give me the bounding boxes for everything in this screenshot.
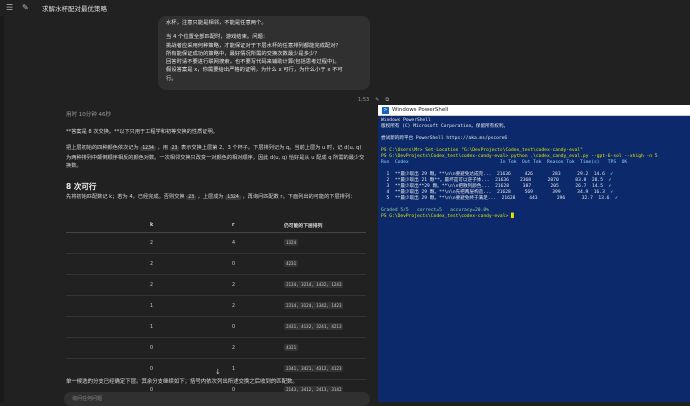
terminal-output[interactable]: Windows PowerShell 版权所有 (C) Microsoft Cor… (378, 116, 690, 222)
powershell-window[interactable]: > Windows PowerShell Windows PowerShell 版… (378, 105, 690, 402)
prompt-line: 挑战者应采用何种策略，才能保证对于下层水杯的任意排列都能完成配对？ (166, 42, 341, 49)
perm-chip: 2341, 3421, 4312, 4123 (284, 365, 344, 372)
cell-r: 0 (231, 316, 283, 338)
powershell-icon: > (382, 106, 389, 114)
answer-text: 先将初始匹配数记 k；若为 4，已经完成。否则交换 (66, 194, 185, 200)
answer-text: ，上层成为 (197, 194, 224, 200)
cell-k: 1 (66, 316, 231, 338)
scroll-down-arrow-icon[interactable]: ↓ (215, 368, 221, 376)
section-heading: 8 次可行 (66, 182, 97, 191)
inline-code: 1234 (140, 146, 156, 151)
column-header-perms: 仍可能的下层排列 (283, 218, 366, 233)
table-row: 0 2 4321 (66, 337, 366, 359)
perm-chip: 2134, 3214, 1432, 1243 (284, 281, 344, 288)
cell-k: 0 (66, 337, 231, 359)
perm-chip: 1324 (284, 239, 299, 246)
perm-chip: 2431, 4132, 3241, 4213 (284, 323, 344, 330)
table-row: 2 2 2134, 3214, 1432, 1243 (66, 274, 366, 296)
edit-icon[interactable]: ✎ (375, 97, 379, 103)
cell-r: 2 (231, 274, 283, 296)
answer-intro: **答案是 8 次交换。**以下只用于工程学和初等交换的性质证明。 (66, 129, 218, 135)
new-chat-icon[interactable]: ✎ (22, 3, 32, 13)
powershell-title: Windows PowerShell (392, 107, 449, 113)
cell-r: 0 (231, 253, 283, 275)
cell-perms: 2314, 3124, 1342, 1423 (283, 295, 366, 317)
cell-perms: 2134, 3214, 1432, 1243 (283, 274, 366, 296)
prompt-line: 假设答案是 x，你需要给出严格的证明，为什么 x 可行，为什么小于 x 不可 (166, 67, 343, 74)
inline-code: 23 (169, 146, 180, 151)
conversation-title: 求解水杯配对最优策略 (42, 5, 107, 13)
message-meta: 1:53 ✎ ⧉ (358, 97, 389, 103)
cell-perms: 1324 (283, 232, 366, 254)
prompt-line: 所有能保证成功的策略中，最好情况所需的交换次数最少是多少？ (166, 50, 320, 57)
thinking-duration[interactable]: 用时 10分钟 46秒 (66, 110, 111, 118)
chat-window: ☰ ✎ 求解水杯配对最优策略 水杯，注意只能是相邻，不能是任意两个。 当 4 个… (0, 0, 389, 406)
perm-chip: 4321 (284, 344, 299, 351)
inline-code: 1324 (225, 195, 241, 200)
perm-chip: 4231 (284, 260, 299, 267)
sidebar-toggle-icon[interactable]: ☰ (6, 3, 16, 13)
cell-k: 2 (66, 232, 231, 254)
prompt-line: 行。 (166, 75, 177, 82)
table-row: 2 0 4231 (66, 253, 366, 275)
table-row: 1 2 2314, 3124, 1342, 1423 (66, 295, 366, 317)
cell-perms: 4321 (283, 337, 366, 359)
answer-paragraph-definitions: 把上层初始的四种颜色依次记为 1234 ，用 23 表示交换上层第 2、3 个杯… (66, 144, 368, 171)
perm-chip: 2314, 3124, 1342, 1423 (284, 302, 344, 309)
cell-k: 2 (66, 253, 231, 275)
message-timestamp: 1:53 (358, 97, 370, 103)
answer-text: 把上层初始的四种颜色依次记为 (66, 145, 139, 151)
copy-icon[interactable]: ⧉ (385, 97, 389, 103)
column-header-k: k (66, 218, 231, 233)
chat-titlebar: ☰ ✎ 求解水杯配对最优策略 (0, 0, 378, 16)
user-message-bubble: 水杯，注意只能是相邻，不能是任意两个。 当 4 个位置全部匹配时，游戏结束。问题… (158, 16, 370, 90)
message-input[interactable]: 询问任何问题 (64, 392, 370, 406)
terminal-line: PS G:\DevProjects\Codex_test\codex-candy… (381, 214, 514, 219)
cell-k: 1 (66, 295, 231, 317)
column-header-r: r (231, 218, 283, 233)
inline-code: 23 (186, 195, 196, 200)
cell-r: 2 (231, 295, 283, 317)
table-header-row: k r 仍可能的下层排列 (66, 218, 366, 233)
answer-summary: 单一候选的分支已经确定下层。其余分支继续如下，括号内依次列出所述交换之后收到的匹… (66, 379, 298, 385)
cell-r: 4 (231, 232, 283, 254)
prompt-line: 当 4 个位置全部匹配时，游戏结束。问题： (166, 34, 269, 41)
prompt-line: 水杯，注意只能是相邻，不能是任意两个。 (166, 20, 267, 26)
cell-perms: 4231 (283, 253, 366, 275)
answer-paragraph-strategy: 先将初始匹配数记 k；若为 4，已经完成。否则交换 23 ，上层成为 1324 … (66, 193, 368, 203)
table-row: 2 4 1324 (66, 232, 366, 254)
answer-text: ，再询问匹配数 r。下面列出的可能的下层排列： (242, 194, 356, 200)
answer-text: ，用 (157, 145, 168, 151)
prompt-line: 回答时请不要进行联网搜索，也不要写代码来辅助计算(包括思考过程中)。 (166, 59, 340, 66)
cell-k: 2 (66, 274, 231, 296)
table-row: 1 0 2431, 4132, 3241, 4213 (66, 316, 366, 338)
cell-perms: 2431, 4132, 3241, 4213 (283, 316, 366, 338)
sidebar-strip (0, 16, 4, 402)
cell-r: 2 (231, 337, 283, 359)
powershell-titlebar: > Windows PowerShell (378, 105, 690, 116)
